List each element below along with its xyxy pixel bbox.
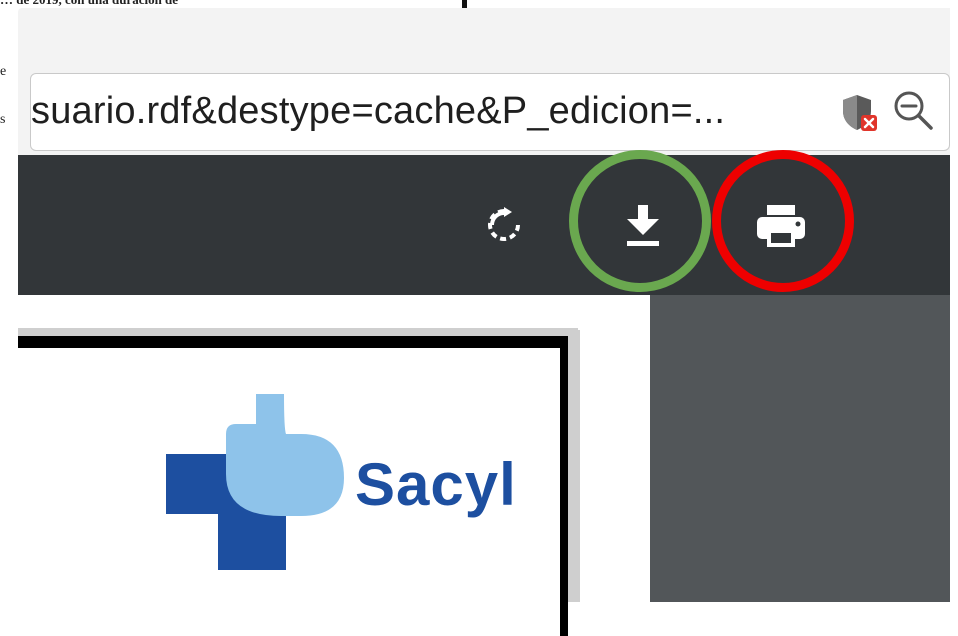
shield-blocked-icon[interactable] [839,92,879,132]
download-highlight-ring [569,150,711,292]
background-fragment-s: s [0,112,6,127]
background-document-text: … de 2019, con una duración de [0,0,460,8]
page-shadow-right [568,330,580,602]
background-fragment-e: e [0,64,7,79]
zoom-out-icon[interactable] [891,88,935,132]
address-bar[interactable]: suario.rdf&destype=cache&P_edicion=... [30,73,950,151]
viewer-side-panel [650,295,950,602]
rotate-icon[interactable] [474,195,534,255]
browser-chrome: suario.rdf&destype=cache&P_edicion=... [18,8,950,155]
url-text[interactable]: suario.rdf&destype=cache&P_edicion=... [31,90,791,133]
sacyl-logo-text: Sacyl [355,451,517,518]
print-highlight-ring [712,150,854,292]
